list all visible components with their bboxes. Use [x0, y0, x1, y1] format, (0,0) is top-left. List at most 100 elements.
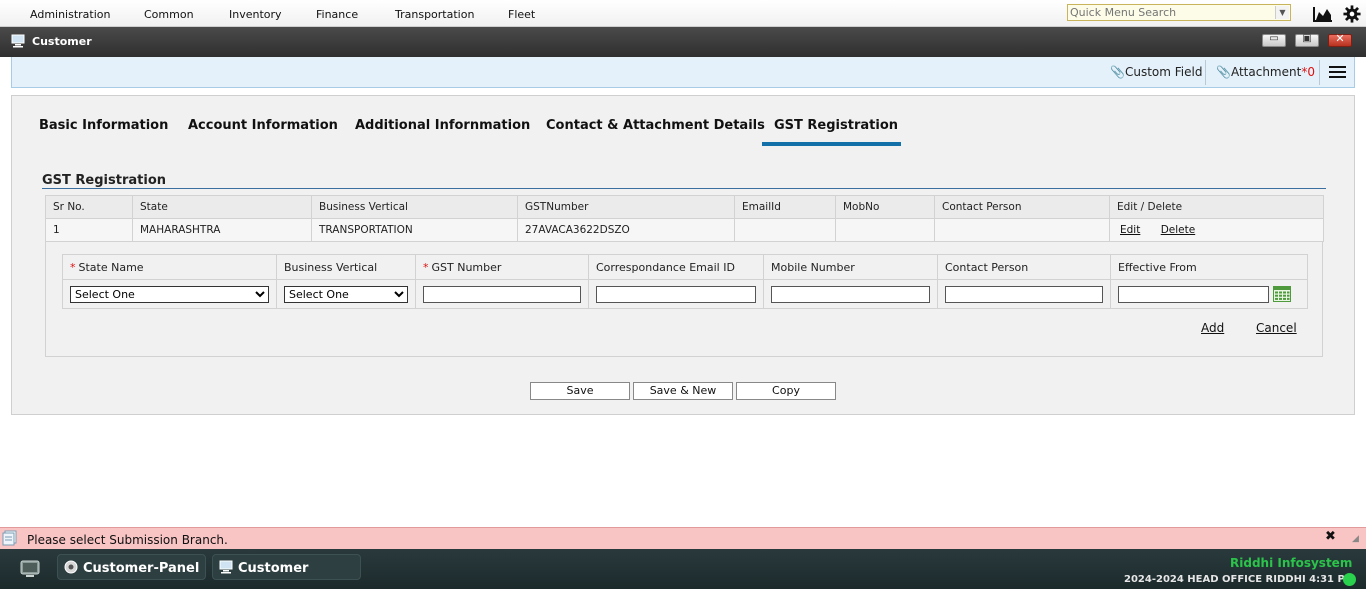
- col-header-sr-no: Sr No.: [45, 195, 133, 219]
- col-header-email: EmailId: [734, 195, 836, 219]
- menu-finance[interactable]: Finance: [316, 8, 358, 21]
- resize-grip-icon[interactable]: ◢: [1352, 534, 1359, 544]
- window-title: Customer: [32, 35, 92, 48]
- cell-state: MAHARASHTRA: [132, 218, 312, 242]
- mobile-input[interactable]: [771, 285, 930, 303]
- state-name-header: * State Name: [62, 254, 277, 280]
- brand-name: Riddhi Infosystem: [1230, 556, 1353, 570]
- save-and-new-button[interactable]: Save & New: [633, 382, 733, 400]
- chart-icon[interactable]: [1313, 5, 1333, 23]
- status-message: Please select Submission Branch.: [27, 533, 228, 547]
- delete-link[interactable]: Delete: [1161, 224, 1196, 236]
- quick-menu-search-input[interactable]: [1068, 5, 1268, 20]
- calendar-icon[interactable]: [1273, 286, 1291, 302]
- cell-business-vertical: TRANSPORTATION: [311, 218, 518, 242]
- state-name-select[interactable]: Select One: [70, 285, 269, 303]
- email-input[interactable]: [596, 285, 756, 303]
- restore-button[interactable]: ▣: [1295, 33, 1319, 47]
- tab-basic-information[interactable]: Basic Information: [39, 118, 168, 133]
- mobile-header: Mobile Number: [763, 254, 938, 280]
- required-mark: *: [70, 260, 76, 274]
- required-mark: *: [423, 260, 429, 274]
- form-toolbar: 📎Custom Field 📎Attachment*0: [11, 57, 1355, 88]
- col-header-contact-person: Contact Person: [934, 195, 1110, 219]
- message-icon: [2, 530, 17, 546]
- email-cell: [588, 279, 764, 309]
- task-label: Customer: [238, 561, 309, 576]
- email-header: Correspondance Email ID: [588, 254, 764, 280]
- session-info: 2024-2024 HEAD OFFICE RIDDHI 4:31 PM: [1124, 574, 1355, 585]
- table-header-row: Sr No. State Business Vertical GSTNumber…: [45, 195, 1324, 219]
- col-header-mobile: MobNo: [835, 195, 935, 219]
- contact-person-cell: [937, 279, 1111, 309]
- attachment-count: *0: [1301, 65, 1315, 79]
- copy-button[interactable]: Copy: [736, 382, 836, 400]
- section-divider: [42, 188, 1326, 189]
- attachment-link[interactable]: 📎Attachment*0: [1216, 65, 1315, 79]
- toolbar-divider: [1319, 60, 1320, 85]
- gst-entry-box: * State Name Business Vertical * GST Numbe…: [45, 242, 1323, 357]
- gear-icon[interactable]: [1342, 5, 1362, 23]
- effective-from-cell: [1110, 279, 1308, 309]
- gst-number-cell: [415, 279, 589, 309]
- task-customer-panel[interactable]: Customer-Panel: [57, 554, 206, 580]
- save-button[interactable]: Save: [530, 382, 630, 400]
- cancel-link[interactable]: Cancel: [1256, 321, 1297, 335]
- toolbar-divider: [1205, 60, 1206, 85]
- paperclip-icon: 📎: [1110, 65, 1125, 79]
- task-label: Customer-Panel: [83, 561, 200, 576]
- business-vertical-select[interactable]: Select One: [284, 285, 408, 303]
- minimize-button[interactable]: ▭: [1262, 33, 1286, 47]
- effective-from-input[interactable]: [1118, 285, 1269, 303]
- menu-transportation[interactable]: Transportation: [395, 8, 474, 21]
- close-icon: ✕: [1335, 32, 1345, 45]
- form-input-row: Select One Select One: [62, 279, 1308, 309]
- quick-menu-search[interactable]: ▼: [1067, 4, 1291, 21]
- col-header-business-vertical: Business Vertical: [311, 195, 518, 219]
- chevron-down-icon[interactable]: ▼: [1275, 6, 1289, 19]
- status-close-icon[interactable]: ✖: [1325, 529, 1336, 544]
- paperclip-icon: 📎: [1216, 65, 1231, 79]
- gst-number-label: GST Number: [431, 260, 502, 274]
- cell-email: [734, 218, 836, 242]
- attachment-label: Attachment: [1230, 65, 1302, 79]
- gst-registration-table: Sr No. State Business Vertical GSTNumber…: [45, 195, 1324, 242]
- tab-account-information[interactable]: Account Information: [188, 118, 338, 133]
- gst-entry-form: * State Name Business Vertical * GST Numbe…: [62, 254, 1308, 309]
- tab-gst-registration[interactable]: GST Registration: [774, 118, 898, 133]
- task-customer[interactable]: Customer: [212, 554, 361, 580]
- cell-contact-person: [934, 218, 1110, 242]
- contact-person-input[interactable]: [945, 285, 1103, 303]
- edit-link[interactable]: Edit: [1120, 224, 1140, 236]
- section-title: GST Registration: [42, 173, 167, 188]
- menu-administration[interactable]: Administration: [30, 8, 111, 21]
- active-tab-indicator: [762, 142, 901, 146]
- menu-inventory[interactable]: Inventory: [229, 8, 282, 21]
- col-header-gst-number: GSTNumber: [517, 195, 735, 219]
- customer-form-panel: Basic Information Account Information Ad…: [11, 95, 1355, 415]
- desktop-icon[interactable]: [20, 560, 40, 578]
- cell-gst-number: 27AVACA3622DSZO: [517, 218, 735, 242]
- taskbar: Customer-Panel Customer Riddhi Infosyste…: [0, 549, 1366, 589]
- cell-mobile: [835, 218, 935, 242]
- window-title-bar: Customer ▭ ▣ ✕: [0, 27, 1366, 57]
- tab-additional-information[interactable]: Additional Infornmation: [355, 118, 530, 133]
- business-vertical-header: Business Vertical: [276, 254, 416, 280]
- tab-contact-attachment-details[interactable]: Contact & Attachment Details: [546, 118, 765, 133]
- restore-icon: ▣: [1302, 33, 1312, 44]
- custom-field-link[interactable]: 📎Custom Field: [1110, 65, 1202, 79]
- form-header-row: * State Name Business Vertical * GST Numbe…: [62, 254, 1308, 280]
- online-status-icon: [1343, 573, 1356, 586]
- close-button[interactable]: ✕: [1328, 32, 1352, 47]
- menu-fleet[interactable]: Fleet: [508, 8, 535, 21]
- custom-field-label: Custom Field: [1124, 65, 1203, 79]
- hamburger-menu-icon[interactable]: [1329, 65, 1346, 79]
- panel-icon: [64, 560, 78, 574]
- contact-person-header: Contact Person: [937, 254, 1111, 280]
- business-vertical-cell: Select One: [276, 279, 416, 309]
- menu-common[interactable]: Common: [144, 8, 194, 21]
- gst-number-input[interactable]: [423, 285, 581, 303]
- add-link[interactable]: Add: [1201, 321, 1224, 335]
- top-menu-bar: Administration Common Inventory Finance …: [0, 0, 1366, 27]
- col-header-edit-delete: Edit / Delete: [1109, 195, 1324, 219]
